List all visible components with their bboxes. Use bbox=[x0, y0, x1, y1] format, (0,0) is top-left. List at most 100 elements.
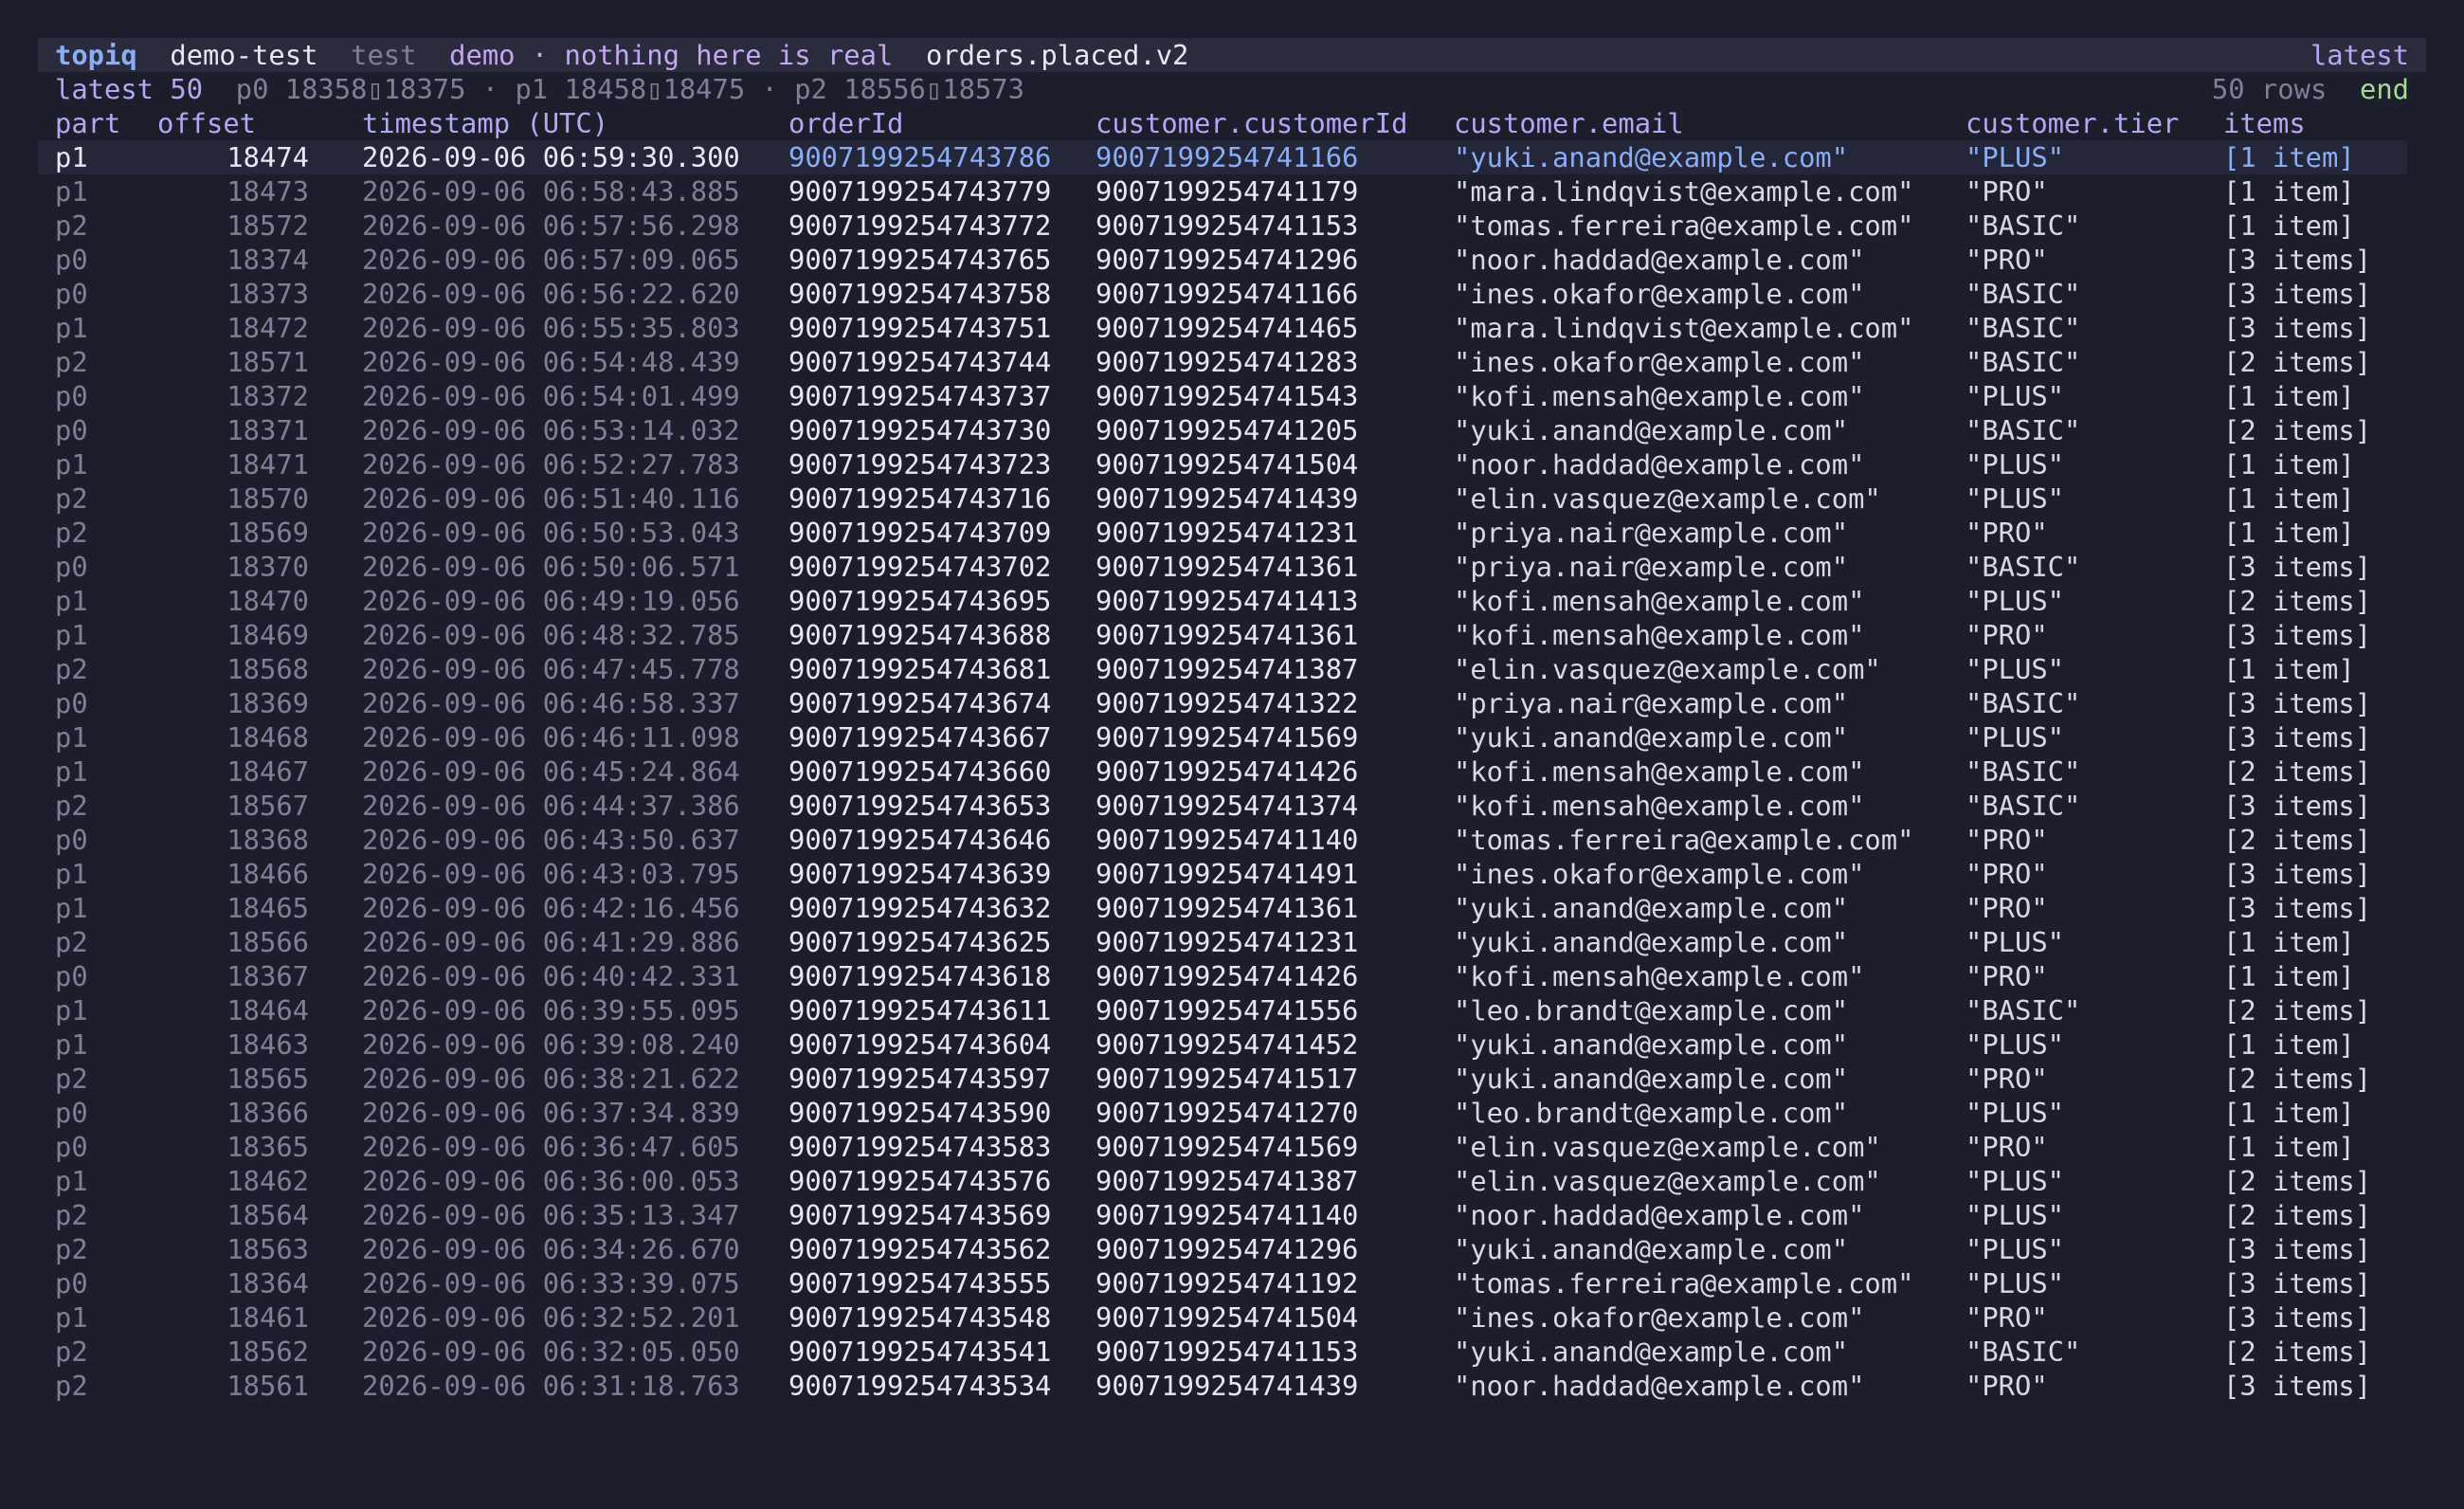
table-row[interactable]: p1 18468 2026-09-06 06:46:11.098 9007199254… bbox=[38, 720, 2426, 754]
column-header-order-id[interactable]: orderId bbox=[788, 106, 903, 140]
cell-order-id: 9007199254743597 bbox=[788, 1063, 1052, 1095]
table-row[interactable]: p1 18465 2026-09-06 06:42:16.456 9007199254… bbox=[38, 891, 2426, 925]
table-row[interactable]: p1 18463 2026-09-06 06:39:08.240 9007199254… bbox=[38, 1027, 2426, 1062]
cell-customer-email: "leo.brandt@example.com" bbox=[1454, 994, 1849, 1027]
cell-offset: 18561 bbox=[226, 1370, 309, 1402]
table-row[interactable]: p0 18367 2026-09-06 06:40:42.331 9007199254… bbox=[38, 959, 2426, 993]
table-row[interactable]: p0 18368 2026-09-06 06:43:50.637 9007199254… bbox=[38, 823, 2426, 857]
mode-indicator[interactable]: latest bbox=[2310, 38, 2409, 72]
cell-part: p0 bbox=[55, 414, 88, 446]
table-row[interactable]: p1 18472 2026-09-06 06:55:35.803 9007199254… bbox=[38, 311, 2426, 345]
cell-customer-email: "yuki.anand@example.com" bbox=[1454, 892, 1849, 924]
cell-timestamp: 2026-09-06 06:39:55.095 bbox=[362, 994, 740, 1027]
cell-customer-email: "tomas.ferreira@example.com" bbox=[1454, 209, 1914, 242]
cell-customer-tier: "PLUS" bbox=[1966, 141, 2065, 173]
cell-timestamp: 2026-09-06 06:54:01.499 bbox=[362, 380, 740, 412]
table-row[interactable]: p0 18370 2026-09-06 06:50:06.571 9007199254… bbox=[38, 550, 2426, 584]
cluster-name: demo bbox=[449, 39, 516, 71]
table-row[interactable]: p1 18462 2026-09-06 06:36:00.053 9007199254… bbox=[38, 1164, 2426, 1198]
table-row[interactable]: p0 18372 2026-09-06 06:54:01.499 9007199254… bbox=[38, 379, 2426, 413]
cell-timestamp: 2026-09-06 06:33:39.075 bbox=[362, 1267, 740, 1300]
cell-customer-email: "tomas.ferreira@example.com" bbox=[1454, 1267, 1914, 1300]
cell-items: [2 items] bbox=[2223, 1063, 2372, 1095]
cell-customer-tier: "PRO" bbox=[1966, 858, 2048, 890]
table-row[interactable]: p2 18561 2026-09-06 06:31:18.763 9007199254… bbox=[38, 1369, 2426, 1403]
cell-customer-tier: "PRO" bbox=[1966, 175, 2048, 208]
cell-items: [3 items] bbox=[2223, 858, 2372, 890]
table-row[interactable]: p1 18467 2026-09-06 06:45:24.864 9007199254… bbox=[38, 754, 2426, 789]
table-row[interactable]: p0 18369 2026-09-06 06:46:58.337 9007199254… bbox=[38, 686, 2426, 720]
cell-part: p0 bbox=[55, 278, 88, 310]
table-row[interactable]: p1 18466 2026-09-06 06:43:03.795 9007199254… bbox=[38, 857, 2426, 891]
profile-name[interactable]: demo-test bbox=[170, 39, 317, 71]
cell-order-id: 9007199254743604 bbox=[788, 1028, 1052, 1061]
cell-timestamp: 2026-09-06 06:49:19.056 bbox=[362, 585, 740, 617]
cell-customer-tier: "PRO" bbox=[1966, 1301, 2048, 1334]
table-row[interactable]: p0 18373 2026-09-06 06:56:22.620 9007199254… bbox=[38, 277, 2426, 311]
table-row[interactable]: p2 18565 2026-09-06 06:38:21.622 9007199254… bbox=[38, 1062, 2426, 1096]
table-row[interactable]: p1 18461 2026-09-06 06:32:52.201 9007199254… bbox=[38, 1300, 2426, 1335]
cell-part: p2 bbox=[55, 517, 88, 549]
cell-part: p2 bbox=[55, 209, 88, 242]
table-row[interactable]: p0 18374 2026-09-06 06:57:09.065 9007199254… bbox=[38, 243, 2426, 277]
fetch-mode[interactable]: latest 50 bbox=[55, 73, 203, 105]
cell-customer-tier: "PRO" bbox=[1966, 517, 2048, 549]
cell-offset: 18371 bbox=[226, 414, 309, 446]
cell-customer-tier: "PLUS" bbox=[1966, 1267, 2065, 1300]
table-row[interactable]: p2 18571 2026-09-06 06:54:48.439 9007199254… bbox=[38, 345, 2426, 379]
cell-customer-tier: "BASIC" bbox=[1966, 346, 2081, 378]
cell-part: p1 bbox=[55, 619, 88, 651]
cell-customer-tier: "PLUS" bbox=[1966, 926, 2065, 958]
cell-offset: 18563 bbox=[226, 1233, 309, 1265]
cell-customer-tier: "PRO" bbox=[1966, 1370, 2048, 1402]
cell-customer-id: 9007199254741426 bbox=[1096, 960, 1359, 992]
cell-items: [1 item] bbox=[2223, 175, 2355, 208]
table-row[interactable]: p0 18366 2026-09-06 06:37:34.839 9007199254… bbox=[38, 1096, 2426, 1130]
table-row[interactable]: p2 18570 2026-09-06 06:51:40.116 9007199254… bbox=[38, 482, 2426, 516]
table-row[interactable]: p1 18473 2026-09-06 06:58:43.885 9007199254… bbox=[38, 174, 2426, 209]
table-row[interactable]: p2 18563 2026-09-06 06:34:26.670 9007199254… bbox=[38, 1232, 2426, 1266]
column-header-customer-email[interactable]: customer.email bbox=[1454, 106, 1684, 140]
cell-customer-tier: "PLUS" bbox=[1966, 1028, 2065, 1061]
table-row[interactable]: p1 18464 2026-09-06 06:39:55.095 9007199254… bbox=[38, 993, 2426, 1027]
column-header-customer-tier[interactable]: customer.tier bbox=[1966, 106, 2179, 140]
cell-offset: 18372 bbox=[226, 380, 309, 412]
cell-customer-tier: "PRO" bbox=[1966, 1063, 2048, 1095]
cell-timestamp: 2026-09-06 06:53:14.032 bbox=[362, 414, 740, 446]
column-header-offset[interactable]: offset bbox=[157, 106, 256, 140]
table-row[interactable]: p1 18469 2026-09-06 06:48:32.785 9007199254… bbox=[38, 618, 2426, 652]
table-row-selected[interactable]: p1 18474 2026-09-06 06:59:30.300 9007199254… bbox=[38, 140, 2407, 174]
cell-items: [1 item] bbox=[2223, 960, 2355, 992]
cell-customer-id: 9007199254741283 bbox=[1096, 346, 1359, 378]
cell-customer-email: "yuki.anand@example.com" bbox=[1454, 721, 1849, 754]
table-row[interactable]: p2 18567 2026-09-06 06:44:37.386 9007199254… bbox=[38, 789, 2426, 823]
cell-order-id: 9007199254743632 bbox=[788, 892, 1052, 924]
cell-customer-tier: "PLUS" bbox=[1966, 1233, 2065, 1265]
cell-customer-id: 9007199254741517 bbox=[1096, 1063, 1359, 1095]
table-row[interactable]: p0 18364 2026-09-06 06:33:39.075 9007199254… bbox=[38, 1266, 2426, 1300]
column-header-items[interactable]: items bbox=[2223, 106, 2306, 140]
cell-offset: 18564 bbox=[226, 1199, 309, 1231]
table-row[interactable]: p1 18470 2026-09-06 06:49:19.056 9007199254… bbox=[38, 584, 2426, 618]
cell-customer-tier: "PLUS" bbox=[1966, 721, 2065, 754]
topic-name[interactable]: orders.placed.v2 bbox=[926, 39, 1188, 71]
cell-items: [3 items] bbox=[2223, 721, 2372, 754]
column-header-customer-id[interactable]: customer.customerId bbox=[1096, 106, 1407, 140]
table-row[interactable]: p2 18566 2026-09-06 06:41:29.886 9007199254… bbox=[38, 925, 2426, 959]
column-header-part[interactable]: part bbox=[55, 106, 120, 140]
cell-offset: 18465 bbox=[226, 892, 309, 924]
terminal-window: topiq demo-test test demo · nothing here… bbox=[38, 38, 2426, 1403]
cell-offset: 18464 bbox=[226, 994, 309, 1027]
table-row[interactable]: p2 18569 2026-09-06 06:50:53.043 9007199254… bbox=[38, 516, 2426, 550]
table-row[interactable]: p2 18562 2026-09-06 06:32:05.050 9007199254… bbox=[38, 1335, 2426, 1369]
table-row[interactable]: p2 18572 2026-09-06 06:57:56.298 9007199254… bbox=[38, 209, 2426, 243]
table-row[interactable]: p2 18568 2026-09-06 06:47:45.778 9007199254… bbox=[38, 652, 2426, 686]
table-row[interactable]: p1 18471 2026-09-06 06:52:27.783 9007199254… bbox=[38, 447, 2426, 482]
cell-part: p1 bbox=[55, 721, 88, 754]
table-row[interactable]: p0 18371 2026-09-06 06:53:14.032 9007199254… bbox=[38, 413, 2426, 447]
cell-customer-id: 9007199254741491 bbox=[1096, 858, 1359, 890]
table-row[interactable]: p2 18564 2026-09-06 06:35:13.347 9007199254… bbox=[38, 1198, 2426, 1232]
table-row[interactable]: p0 18365 2026-09-06 06:36:47.605 9007199254… bbox=[38, 1130, 2426, 1164]
column-header-timestamp[interactable]: timestamp (UTC) bbox=[362, 106, 608, 140]
cell-offset: 18473 bbox=[226, 175, 309, 208]
